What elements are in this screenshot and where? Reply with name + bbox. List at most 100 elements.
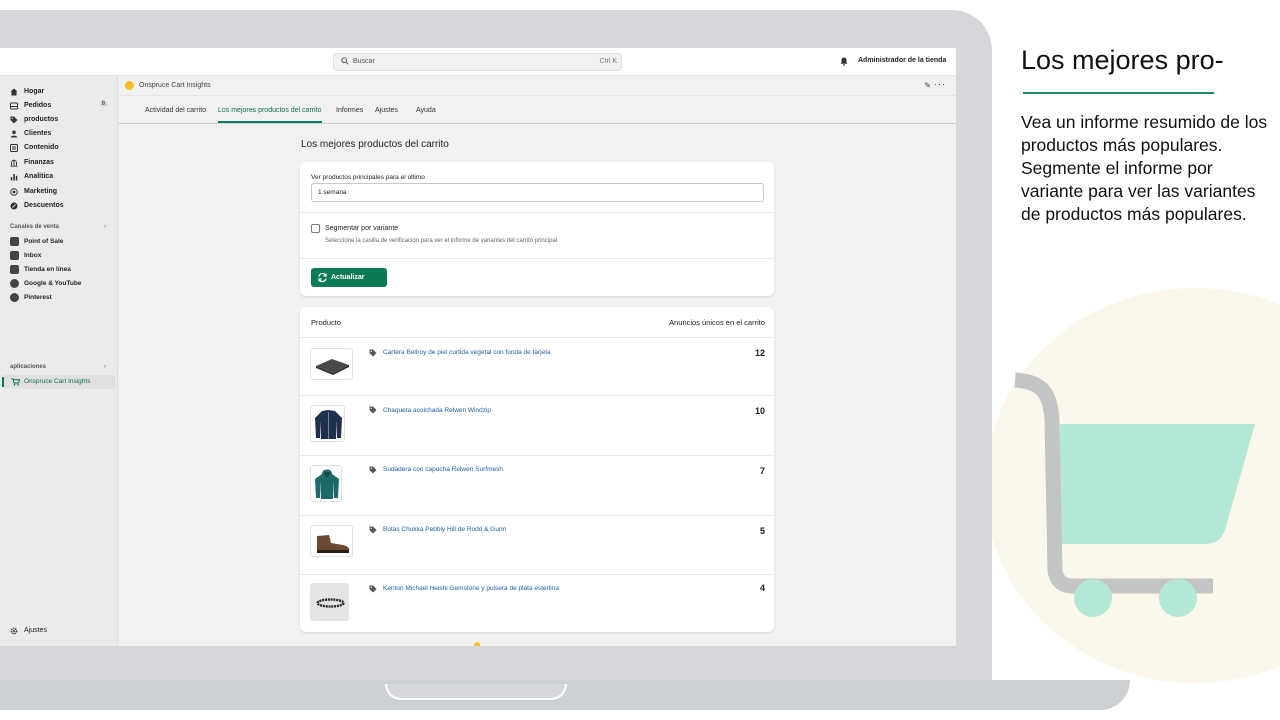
app-logo	[125, 81, 134, 90]
sidebar-item-label: Finanzas	[24, 159, 54, 166]
target-icon	[10, 187, 18, 196]
marketing-slide: Buscar Ctrl K Administrador de la tienda…	[0, 0, 1280, 720]
laptop-notch	[385, 684, 567, 700]
channel-item-google[interactable]: Google & YouTube	[10, 277, 81, 289]
search-input[interactable]: Buscar Ctrl K	[333, 53, 622, 71]
apps-heading[interactable]: aplicaciones ›	[10, 364, 108, 370]
product-link[interactable]: Chaqueta acolchada Relwen Windzip	[383, 407, 491, 414]
column-header-product: Producto	[311, 318, 342, 327]
sidebar-item-orders[interactable]: Pedidos 8	[10, 99, 114, 112]
tag-icon	[369, 585, 377, 593]
sidebar-item-products[interactable]: productos	[10, 113, 114, 126]
app-header: Onspruce Cart Insights ✎ ···	[118, 76, 956, 96]
content-icon	[10, 143, 18, 152]
tab-top-products[interactable]: Los mejores productos del carrito	[218, 107, 322, 123]
channel-label: Point of Sale	[24, 237, 64, 245]
bell-icon[interactable]	[840, 57, 848, 66]
product-link[interactable]: Sudadera con capucha Relwen Surfmesh	[383, 466, 503, 473]
admin-topbar: Buscar Ctrl K Administrador de la tienda	[0, 48, 956, 76]
update-button[interactable]: Actualizar	[311, 268, 387, 287]
store-admin-menu[interactable]: Administrador de la tienda	[858, 57, 946, 64]
channel-label: Inbox	[24, 251, 42, 259]
sales-channels-heading[interactable]: Canales de venta ›	[10, 224, 108, 230]
cart-count: 12	[754, 348, 765, 358]
segment-variant-checkbox[interactable]	[311, 224, 320, 233]
shopping-cart-icon	[1014, 372, 1255, 617]
sidebar-item-label: Ajustes	[24, 627, 47, 634]
pinterest-icon	[10, 292, 19, 302]
tab-settings[interactable]: Ajustes	[375, 107, 398, 121]
period-select[interactable]: 1 semana	[311, 183, 764, 202]
divider	[300, 395, 774, 396]
product-link[interactable]: Cartera Bellroy de piel curtida vegetal …	[383, 349, 551, 356]
channel-item-pos[interactable]: Point of Sale	[10, 235, 63, 247]
loading-indicator	[474, 642, 480, 646]
apps-label: aplicaciones	[10, 364, 47, 370]
channel-item-online-store[interactable]: Tienda en línea	[10, 263, 71, 275]
search-shortcut: Ctrl K	[599, 58, 618, 65]
channel-label: Google & YouTube	[24, 279, 82, 287]
divider	[300, 574, 774, 575]
sidebar-item-label: Hogar	[24, 88, 45, 95]
sales-channels-label: Canales de venta	[10, 224, 60, 230]
page-title: Los mejores productos del carrito	[301, 139, 449, 150]
sidebar-item-home[interactable]: Hogar	[10, 85, 114, 98]
app-tabs: Actividad del carrito Los mejores produc…	[118, 96, 956, 124]
bar-chart-icon	[10, 173, 18, 180]
sidebar-item-settings[interactable]: Ajustes	[10, 624, 114, 637]
gear-icon	[10, 627, 18, 634]
sidebar: Hogar Pedidos 8 productos Clientes Conte…	[0, 76, 118, 646]
more-actions-icon[interactable]: ···	[934, 79, 946, 89]
column-header-count: Anuncios únicos en el carrito	[669, 318, 765, 327]
sidebar-item-content[interactable]: Contenido	[10, 141, 114, 154]
tag-icon	[369, 526, 377, 534]
sidebar-item-label: Contenido	[24, 144, 59, 151]
orders-count-badge: 8	[98, 101, 108, 107]
cart-count: 5	[759, 526, 765, 536]
home-icon	[10, 88, 18, 95]
sidebar-item-marketing[interactable]: Marketing	[10, 185, 114, 198]
channel-label: Tienda en línea	[24, 265, 71, 273]
segment-variant-help: Seleccione la casilla de verificación pa…	[325, 238, 558, 244]
product-thumbnail-bracelet	[310, 583, 349, 621]
sidebar-item-discounts[interactable]: Descuentos	[10, 199, 114, 212]
product-thumbnail-jacket	[310, 405, 345, 442]
channel-item-inbox[interactable]: Inbox	[10, 249, 41, 261]
sidebar-item-label: Pedidos	[24, 102, 52, 109]
channel-label: Pinterest	[24, 293, 52, 301]
pin-icon[interactable]: ✎	[924, 81, 931, 90]
cart-icon	[11, 378, 20, 386]
sidebar-item-cart-insights[interactable]: Onspruce Cart Insights	[2, 375, 115, 389]
product-link[interactable]: Botas Chukka Pebbly Hill de Rodd & Gunn	[383, 526, 506, 533]
divider	[300, 258, 774, 259]
product-thumbnail-hoodie	[310, 465, 342, 502]
sidebar-item-label: Marketing	[24, 188, 58, 195]
person-icon	[10, 130, 18, 137]
sidebar-item-finances[interactable]: Finanzas	[10, 156, 114, 169]
sidebar-item-label: productos	[24, 116, 59, 123]
product-link[interactable]: Kenton Michael Heishi Gemstone y pulsera…	[383, 585, 559, 592]
active-indicator	[2, 377, 4, 387]
top-products-table: Producto Anuncios únicos en el carrito C…	[300, 307, 774, 632]
divider	[300, 455, 774, 456]
period-label: Ver productos principales para el último	[311, 174, 425, 181]
product-thumbnail-wallet	[310, 348, 353, 380]
promo-title: Los mejores pro-	[1021, 45, 1224, 75]
filter-card: Ver productos principales para el último…	[300, 162, 774, 296]
cart-count: 7	[759, 466, 765, 476]
tab-help[interactable]: Ayuda	[416, 107, 436, 121]
active-app-label: Onspruce Cart Insights	[24, 378, 91, 385]
channel-item-pinterest[interactable]: Pinterest	[10, 291, 52, 303]
divider	[300, 337, 774, 338]
pos-icon	[10, 236, 19, 246]
tab-reports[interactable]: Informes	[336, 107, 363, 121]
tab-cart-activity[interactable]: Actividad del carrito	[145, 107, 206, 121]
store-icon	[10, 264, 19, 274]
product-thumbnail-boot	[310, 525, 353, 557]
orders-icon	[10, 102, 18, 109]
sidebar-item-label: Descuentos	[24, 202, 64, 209]
sidebar-item-customers[interactable]: Clientes	[10, 127, 114, 140]
sidebar-item-analytics[interactable]: Analítica	[10, 170, 114, 183]
refresh-icon	[318, 272, 327, 283]
chevron-right-icon: ›	[104, 364, 106, 370]
